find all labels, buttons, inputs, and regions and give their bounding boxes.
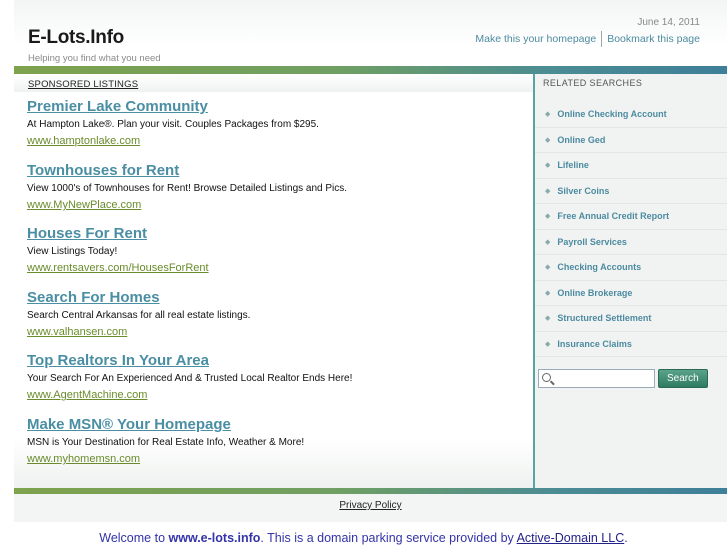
- related-search-item[interactable]: ◆ Online Checking Account: [535, 102, 727, 128]
- related-searches: RELATED SEARCHES ◆ Online Checking Accoun…: [535, 74, 727, 488]
- tagline: Helping you find what you need: [28, 53, 161, 64]
- color-stripe-top: [14, 66, 727, 74]
- listing-description: At Hampton Lake®. Plan your visit. Coupl…: [27, 119, 319, 130]
- header: E-Lots.Info Helping you find what you ne…: [14, 0, 727, 66]
- search-button[interactable]: Search: [658, 369, 708, 388]
- link-separator: [601, 31, 603, 47]
- related-search-item[interactable]: ◆ Structured Settlement: [535, 306, 727, 332]
- welcome-domain-link[interactable]: www.e-lots.info: [169, 531, 261, 545]
- diamond-bullet-icon: ◆: [545, 238, 551, 246]
- site-title: E-Lots.Info: [28, 27, 124, 48]
- welcome-prefix: Welcome to: [99, 531, 169, 545]
- date-label: June 14, 2011: [637, 17, 700, 28]
- diamond-bullet-icon: ◆: [545, 315, 551, 323]
- diamond-bullet-icon: ◆: [545, 187, 551, 195]
- related-search-item[interactable]: ◆ Online Brokerage: [535, 281, 727, 306]
- listing-item: Search For Homes Search Central Arkansas…: [27, 289, 527, 338]
- listing-description: Search Central Arkansas for all real est…: [27, 310, 251, 321]
- diamond-bullet-icon: ◆: [545, 111, 551, 119]
- search-icon: [542, 373, 551, 382]
- listing-item: Townhouses for Rent View 1000's of Townh…: [27, 162, 527, 211]
- search-input[interactable]: [538, 369, 655, 388]
- related-search-item[interactable]: ◆ Online Ged: [535, 128, 727, 153]
- welcome-mid: . This is a domain parking service provi…: [260, 531, 517, 545]
- listing-description: Your Search For An Experienced And & Tru…: [27, 373, 353, 384]
- listing-title[interactable]: Premier Lake Community: [27, 98, 527, 115]
- related-search-label: Structured Settlement: [557, 313, 652, 324]
- related-search-label: Online Ged: [557, 134, 606, 145]
- listing-url[interactable]: www.myhomemsn.com: [27, 453, 527, 465]
- listing-url[interactable]: www.hamptonlake.com: [27, 135, 527, 147]
- listing-description: MSN is Your Destination for Real Estate …: [27, 437, 305, 448]
- listing-title[interactable]: Houses For Rent: [27, 225, 527, 242]
- related-search-item[interactable]: ◆ Payroll Services: [535, 230, 727, 255]
- related-search-item[interactable]: ◆ Lifeline: [535, 153, 727, 179]
- related-search-label: Silver Coins: [557, 185, 610, 196]
- listing-url[interactable]: www.AgentMachine.com: [27, 389, 527, 401]
- listing-url[interactable]: www.valhansen.com: [27, 326, 527, 338]
- sponsored-listings: SPONSORED LISTINGS Premier Lake Communit…: [14, 74, 533, 488]
- related-search-item[interactable]: ◆ Silver Coins: [535, 179, 727, 204]
- diamond-bullet-icon: ◆: [545, 136, 551, 144]
- listing-item: Houses For Rent View Listings Today! www…: [27, 225, 527, 274]
- listing-title[interactable]: Search For Homes: [27, 289, 527, 306]
- privacy-policy-link[interactable]: Privacy Policy: [14, 500, 727, 511]
- listing-description: View Listings Today!: [27, 246, 118, 257]
- listing-title[interactable]: Top Realtors In Your Area: [27, 352, 527, 369]
- related-search-label: Online Checking Account: [557, 109, 667, 120]
- make-homepage-link[interactable]: Make this your homepage: [475, 33, 596, 45]
- sponsored-label[interactable]: SPONSORED LISTINGS: [28, 79, 138, 90]
- listing-item: Make MSN® Your Homepage MSN is Your Dest…: [27, 416, 527, 465]
- related-searches-list: ◆ Online Checking Account ◆ Online Ged ◆ Li…: [535, 102, 727, 357]
- related-search-item[interactable]: ◆ Free Annual Credit Report: [535, 204, 727, 230]
- listing-url[interactable]: www.rentsavers.com/HousesForRent: [27, 262, 527, 274]
- related-search-label: Lifeline: [557, 160, 589, 171]
- diamond-bullet-icon: ◆: [545, 162, 551, 170]
- related-search-item[interactable]: ◆ Checking Accounts: [535, 255, 727, 281]
- related-search-label: Free Annual Credit Report: [557, 211, 670, 222]
- listing-url[interactable]: www.MyNewPlace.com: [27, 199, 527, 211]
- related-search-item[interactable]: ◆ Insurance Claims: [535, 332, 727, 357]
- diamond-bullet-icon: ◆: [545, 264, 551, 272]
- footer: Privacy Policy: [14, 494, 727, 522]
- welcome-suffix: .: [624, 531, 628, 545]
- related-search-label: Insurance Claims: [557, 338, 632, 349]
- listing-description: View 1000's of Townhouses for Rent! Brow…: [27, 183, 348, 194]
- provider-link[interactable]: Active-Domain LLC: [517, 531, 625, 545]
- diamond-bullet-icon: ◆: [545, 213, 551, 221]
- diamond-bullet-icon: ◆: [545, 289, 551, 297]
- page: E-Lots.Info Helping you find what you ne…: [14, 0, 727, 522]
- related-search-label: Checking Accounts: [557, 262, 642, 273]
- top-links: Make this your homepage Bookmark this pa…: [475, 31, 700, 47]
- search-form: Search: [538, 369, 708, 388]
- diamond-bullet-icon: ◆: [545, 340, 551, 348]
- related-searches-title: RELATED SEARCHES: [543, 78, 643, 88]
- related-search-label: Online Brokerage: [557, 287, 633, 298]
- listing-title[interactable]: Make MSN® Your Homepage: [27, 416, 527, 433]
- bookmark-link[interactable]: Bookmark this page: [607, 33, 700, 45]
- welcome-message: Welcome to www.e-lots.info. This is a do…: [0, 531, 727, 545]
- listing-title[interactable]: Townhouses for Rent: [27, 162, 527, 179]
- related-search-label: Payroll Services: [557, 236, 627, 247]
- listing-item: Premier Lake Community At Hampton Lake®.…: [27, 98, 527, 147]
- listing-item: Top Realtors In Your Area Your Search Fo…: [27, 352, 527, 401]
